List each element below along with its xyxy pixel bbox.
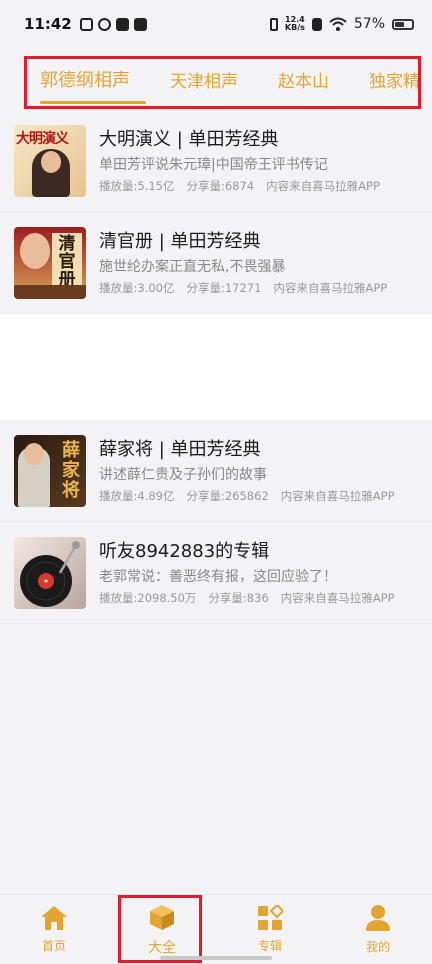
cover-title: 薛家将 bbox=[62, 439, 80, 501]
cover-face bbox=[24, 442, 44, 465]
nav-home[interactable]: 首页 bbox=[0, 895, 108, 964]
cover-face bbox=[41, 150, 61, 173]
album-list-top: 大明演义 大明演义 | 单田芳经典 单田芳评说朱元璋|中国帝王评书传记 播放量:… bbox=[0, 110, 432, 314]
nav-albums[interactable]: 专辑 bbox=[216, 895, 324, 964]
play-count: 播放量:2098.50万 bbox=[99, 590, 197, 605]
nav-label: 大全 bbox=[148, 939, 176, 956]
tab-guodegang[interactable]: 郭德纲相声 bbox=[0, 48, 150, 110]
tab-label: 赵本山 bbox=[278, 71, 329, 92]
tab-label: 天津相声 bbox=[170, 71, 238, 92]
play-count: 播放量:4.89亿 bbox=[99, 488, 175, 503]
play-count: 播放量:5.15亿 bbox=[99, 178, 175, 193]
status-time: 11:42 bbox=[24, 15, 72, 33]
album-stats: 播放量:2098.50万 分享量:836 内容来自喜马拉雅APP bbox=[99, 590, 395, 606]
nav-label: 我的 bbox=[365, 940, 390, 954]
nav-label: 首页 bbox=[41, 939, 66, 953]
content-source: 内容来自喜马拉雅APP bbox=[280, 590, 395, 605]
tab-label: 独家精 bbox=[369, 71, 420, 92]
album-cover: 大明演义 bbox=[14, 124, 86, 197]
notification-icons bbox=[79, 17, 147, 31]
vinyl-record-icon bbox=[20, 540, 80, 607]
list-item[interactable]: 大明演义 大明演义 | 单田芳经典 单田芳评说朱元璋|中国帝王评书传记 播放量:… bbox=[0, 110, 432, 212]
message-icon bbox=[79, 17, 93, 31]
album-title: 大明演义 | 单田芳经典 bbox=[99, 128, 279, 150]
album-title: 听友8942883的专辑 bbox=[99, 540, 270, 562]
content-source: 内容来自喜马拉雅APP bbox=[266, 178, 380, 193]
album-cover: 清官册 bbox=[14, 226, 86, 299]
album-list-bottom: 薛家将 薛家将 | 单田芳经典 讲述薛仁贵及子孙们的故事 播放量:4.89亿 分… bbox=[0, 420, 432, 624]
nav-label: 专辑 bbox=[257, 939, 282, 953]
album-desc: 讲述薛仁贵及子孙们的故事 bbox=[99, 466, 267, 483]
net-speed-unit: KB/s bbox=[284, 23, 305, 32]
box-icon bbox=[150, 904, 174, 930]
battery-icon bbox=[392, 18, 414, 30]
share-count: 分享量:265862 bbox=[186, 488, 269, 503]
share-count: 分享量:17271 bbox=[186, 280, 262, 295]
net-speed: 12.4 KB/s bbox=[285, 16, 305, 32]
list-item[interactable]: 听友8942883的专辑 老郭常说：善恶终有报，这回应验了！ 播放量:2098.… bbox=[0, 522, 432, 624]
status-bar: 11:42 12.4 KB/s 57% bbox=[0, 0, 432, 48]
album-desc: 老郭常说：善恶终有报，这回应验了！ bbox=[99, 568, 337, 585]
tab-tianjin[interactable]: 天津相声 bbox=[150, 48, 258, 110]
cover-title: 清官册 bbox=[52, 232, 82, 291]
album-stats: 播放量:3.00亿 分享量:17271 内容来自喜马拉雅APP bbox=[99, 280, 387, 296]
content-source: 内容来自喜马拉雅APP bbox=[280, 488, 395, 503]
nav-all[interactable]: 大全 bbox=[108, 895, 216, 964]
album-desc: 施世纶办案正直无私,不畏强暴 bbox=[99, 258, 286, 275]
list-item[interactable]: 薛家将 薛家将 | 单田芳经典 讲述薛仁贵及子孙们的故事 播放量:4.89亿 分… bbox=[0, 420, 432, 522]
tab-zhaobenshan[interactable]: 赵本山 bbox=[258, 48, 349, 110]
cover-base bbox=[14, 284, 86, 299]
mail-icon bbox=[133, 17, 147, 31]
album-stats: 播放量:4.89亿 分享量:265862 内容来自喜马拉雅APP bbox=[99, 488, 395, 504]
album-title: 薛家将 | 单田芳经典 bbox=[99, 438, 261, 460]
tab-label: 郭德纲相声 bbox=[40, 70, 130, 91]
album-grid-icon bbox=[258, 905, 283, 930]
share-count: 分享量:6874 bbox=[186, 178, 255, 193]
empty-area bbox=[0, 314, 432, 420]
share-count: 分享量:836 bbox=[208, 590, 269, 605]
tiktok-icon bbox=[115, 17, 129, 31]
link-app-icon bbox=[97, 17, 111, 31]
album-desc: 单田芳评说朱元璋|中国帝王评书传记 bbox=[99, 156, 328, 173]
content-source: 内容来自喜马拉雅APP bbox=[273, 280, 388, 295]
tab-exclusive[interactable]: 独家精 bbox=[349, 48, 432, 110]
play-count: 播放量:3.00亿 bbox=[99, 280, 175, 295]
album-cover bbox=[14, 536, 86, 609]
album-stats: 播放量:5.15亿 分享量:6874 内容来自喜马拉雅APP bbox=[99, 178, 380, 194]
home-icon bbox=[41, 906, 67, 930]
wifi-icon bbox=[329, 17, 347, 31]
home-indicator bbox=[160, 956, 272, 960]
nav-mine[interactable]: 我的 bbox=[324, 895, 432, 964]
list-item[interactable]: 清官册 清官册 | 单田芳经典 施世纶办案正直无私,不畏强暴 播放量:3.00亿… bbox=[0, 212, 432, 314]
battery-percent: 57% bbox=[353, 16, 385, 32]
album-cover: 薛家将 bbox=[14, 434, 86, 507]
cover-title: 大明演义 bbox=[16, 130, 69, 147]
sim-icon bbox=[311, 17, 322, 31]
album-title: 清官册 | 单田芳经典 bbox=[99, 230, 261, 252]
vibrate-icon bbox=[269, 17, 278, 31]
user-icon bbox=[366, 905, 390, 931]
status-right: 12.4 KB/s 57% bbox=[269, 16, 414, 32]
category-tabs: 郭德纲相声 天津相声 赵本山 独家精 bbox=[0, 48, 432, 110]
bottom-nav: 首页 大全 专辑 我的 bbox=[0, 894, 432, 964]
cover-figure bbox=[20, 232, 50, 269]
